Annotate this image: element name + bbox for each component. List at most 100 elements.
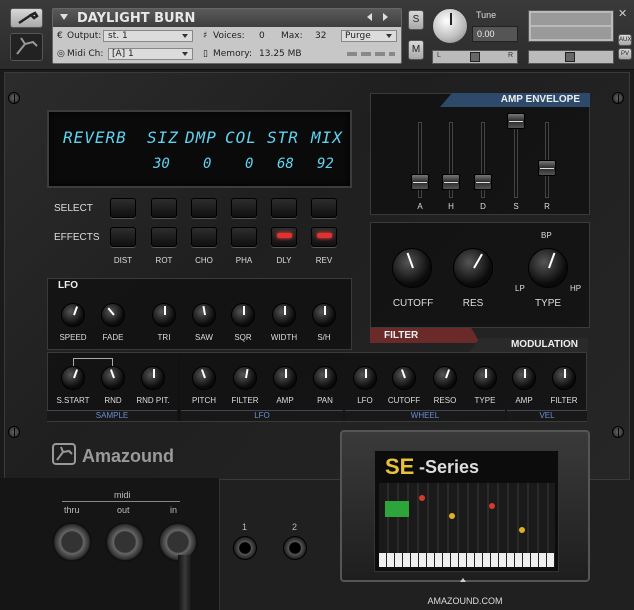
- audio-jack-2: [283, 536, 307, 560]
- fader-a[interactable]: [411, 174, 429, 191]
- effect-toggle-rev[interactable]: [311, 227, 337, 247]
- midi-channel-select[interactable]: [A] 1: [108, 48, 193, 60]
- effect-toggle-pha[interactable]: [231, 227, 257, 247]
- wrench-button[interactable]: [10, 8, 43, 28]
- lfo-knob-speed[interactable]: [61, 303, 85, 327]
- effect-toggle-cho[interactable]: [191, 227, 217, 247]
- next-instrument-arrow-icon[interactable]: [383, 13, 388, 21]
- footer-url[interactable]: AMAZOUND.COM: [410, 596, 520, 606]
- amp-envelope-header: AMP ENVELOPE: [440, 93, 590, 107]
- tune-value-field[interactable]: 0.00: [472, 26, 518, 42]
- instrument-header: DAYLIGHT BURN € Output: st. 1 ♯ Voices: …: [0, 0, 634, 70]
- select-pad-dist[interactable]: [110, 198, 136, 218]
- select-pad-rev[interactable]: [311, 198, 337, 218]
- cutoff-knob[interactable]: [392, 248, 432, 288]
- purge-select[interactable]: Purge: [341, 30, 397, 42]
- res-knob[interactable]: [453, 248, 493, 288]
- logo-button[interactable]: [10, 33, 43, 61]
- memory-label: Memory:: [213, 49, 252, 59]
- mod-knob-5[interactable]: [392, 366, 416, 390]
- param-value-siz[interactable]: 30: [153, 156, 170, 172]
- fader-d[interactable]: [474, 174, 492, 191]
- param-value-col[interactable]: 0: [245, 156, 253, 172]
- se-series-cartridge[interactable]: SE -Series: [340, 430, 590, 582]
- mute-button[interactable]: M: [408, 40, 424, 60]
- filter-type-knob[interactable]: [528, 248, 568, 288]
- voices-label: Voices:: [213, 31, 245, 41]
- synth-panel-image: [379, 483, 555, 567]
- pan-left-label: L: [437, 52, 441, 59]
- sample-knob-0[interactable]: [61, 366, 85, 390]
- param-label-col: COL: [225, 128, 257, 147]
- effect-label-dist: DIST: [113, 256, 133, 265]
- mod-knob-8[interactable]: [512, 366, 536, 390]
- output-dropdown-icon: [182, 34, 188, 38]
- sample-knob-2[interactable]: [141, 366, 165, 390]
- output-value: st. 1: [108, 31, 128, 41]
- purge-label: Purge: [345, 31, 371, 41]
- param-label-str: STR: [267, 128, 299, 147]
- mod-knob-2[interactable]: [273, 366, 297, 390]
- close-button[interactable]: ✕: [618, 8, 630, 20]
- mod-knob-4[interactable]: [353, 366, 377, 390]
- filter-title: FILTER: [384, 330, 419, 341]
- mod-knob-0[interactable]: [192, 366, 216, 390]
- lfo-knob-sh[interactable]: [312, 303, 336, 327]
- voices-value: 0: [259, 31, 265, 41]
- lfo-knob-saw[interactable]: [192, 303, 216, 327]
- aux-button[interactable]: AUX: [618, 34, 632, 46]
- select-pad-cho[interactable]: [191, 198, 217, 218]
- instrument-name[interactable]: DAYLIGHT BURN: [77, 11, 195, 26]
- fader-r[interactable]: [538, 159, 556, 176]
- param-value-str[interactable]: 68: [277, 156, 294, 172]
- lfo-knob-sqr[interactable]: [231, 303, 255, 327]
- volume-handle[interactable]: [565, 52, 575, 62]
- lfo-knob-fade[interactable]: [101, 303, 125, 327]
- cutoff-label: CUTOFF: [392, 298, 434, 309]
- instrument-title-bar: DAYLIGHT BURN: [53, 9, 401, 27]
- fader-s[interactable]: [507, 113, 525, 129]
- wrench-icon: [18, 11, 39, 25]
- cartridge-eject-icon[interactable]: [460, 578, 466, 582]
- amp-envelope-section: [370, 93, 590, 215]
- fader-h[interactable]: [442, 174, 460, 191]
- filter-header: FILTER: [370, 328, 480, 343]
- screw-icon: [8, 92, 20, 104]
- volume-slider[interactable]: [528, 50, 614, 64]
- lfo-knob-width[interactable]: [272, 303, 296, 327]
- midi-channel-label: Midi Ch:: [67, 49, 104, 59]
- solo-button[interactable]: S: [408, 10, 424, 30]
- output-select[interactable]: st. 1: [103, 30, 193, 42]
- filter-type-hp-label: HP: [570, 284, 582, 293]
- effect-toggle-rot[interactable]: [151, 227, 177, 247]
- lfo-title: LFO: [58, 280, 78, 291]
- param-value-mix[interactable]: 92: [317, 156, 334, 172]
- midi-cable: [178, 555, 192, 610]
- pan-slider[interactable]: L R: [432, 50, 518, 64]
- mod-knob-7[interactable]: [473, 366, 497, 390]
- pan-handle[interactable]: [470, 52, 480, 62]
- pv-button[interactable]: PV: [618, 48, 632, 60]
- select-pad-dly[interactable]: [271, 198, 297, 218]
- mod-knob-6[interactable]: [433, 366, 457, 390]
- effect-toggle-dly[interactable]: [271, 227, 297, 247]
- cartridge-title-se: SE: [385, 454, 415, 479]
- tune-label: Tune: [476, 10, 497, 20]
- filter-type-bp-label: BP: [541, 231, 552, 240]
- tune-knob[interactable]: [432, 8, 468, 44]
- mod-knob-3[interactable]: [313, 366, 337, 390]
- sample-knob-1[interactable]: [101, 366, 125, 390]
- max-voices-field[interactable]: 32: [315, 31, 326, 41]
- effect-toggle-dist[interactable]: [110, 227, 136, 247]
- lfo-label-sh: S/H: [317, 333, 331, 342]
- mod-knob-1[interactable]: [233, 366, 257, 390]
- screw-icon: [8, 426, 20, 438]
- collapse-arrow-icon[interactable]: [60, 14, 68, 20]
- prev-instrument-arrow-icon[interactable]: [367, 13, 372, 21]
- lfo-knob-tri[interactable]: [152, 303, 176, 327]
- param-value-dmp[interactable]: 0: [203, 156, 211, 172]
- select-pad-rot[interactable]: [151, 198, 177, 218]
- output-label: Output:: [67, 31, 102, 41]
- mod-knob-9[interactable]: [552, 366, 576, 390]
- select-pad-pha[interactable]: [231, 198, 257, 218]
